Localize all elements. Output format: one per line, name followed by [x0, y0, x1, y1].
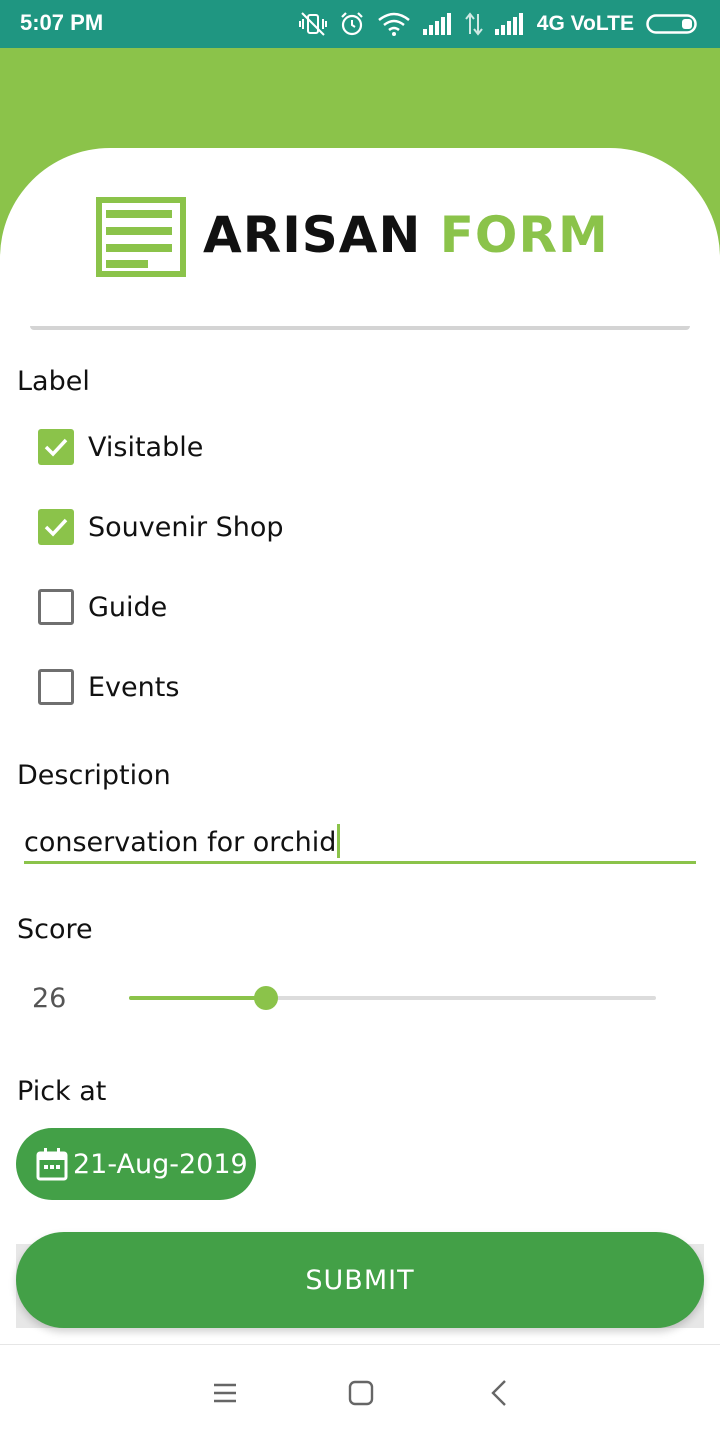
check-icon: [44, 518, 68, 537]
menu-icon[interactable]: [207, 1375, 243, 1411]
status-icons: 4G VoLTE: [298, 9, 700, 39]
form-document-icon: [96, 197, 186, 277]
checkbox-visitable[interactable]: [38, 429, 74, 465]
submit-button[interactable]: SUBMIT: [16, 1232, 704, 1328]
network-type: 4G VoLTE: [536, 12, 634, 35]
logo-word-form: FORM: [439, 206, 609, 264]
checkbox-guide[interactable]: [38, 589, 74, 625]
calendar-icon: [36, 1148, 68, 1181]
score-slider[interactable]: [129, 986, 656, 1010]
signal-icon: [494, 13, 523, 35]
text-caret: [337, 824, 341, 858]
checkbox-events[interactable]: [38, 669, 74, 705]
checkbox-label[interactable]: Visitable: [88, 432, 203, 463]
score-value: 26: [32, 983, 67, 1014]
description-value: conservation for orchid: [24, 824, 341, 858]
checkbox-row-events[interactable]: Events: [38, 667, 179, 707]
battery-icon: [646, 14, 697, 34]
description-title: Description: [17, 760, 171, 791]
logo-word-arisan: ARISAN: [203, 206, 422, 264]
alarm-icon: [340, 12, 363, 36]
status-time: 5:07 PM: [20, 10, 104, 35]
checkbox-label[interactable]: Events: [88, 672, 179, 703]
system-nav-bar: [0, 1344, 720, 1441]
label-section-title: Label: [17, 366, 90, 397]
date-picker-button[interactable]: 21-Aug-2019: [16, 1128, 256, 1200]
date-value[interactable]: 21-Aug-2019: [73, 1149, 248, 1180]
checkbox-row-visitable[interactable]: Visitable: [38, 427, 203, 467]
data-arrows-icon: [464, 12, 483, 36]
logo-text: ARISAN FORM: [203, 206, 609, 264]
status-bar: 5:07 PM 4G VoLTE: [0, 0, 720, 48]
description-input[interactable]: conservation for orchid: [24, 818, 696, 864]
signal-icon: [422, 13, 451, 35]
vibrate-off-icon: [298, 12, 327, 36]
checkbox-row-guide[interactable]: Guide: [38, 587, 167, 627]
checkbox-label[interactable]: Guide: [88, 592, 167, 623]
check-icon: [44, 438, 68, 457]
checkbox-souvenir-shop[interactable]: [38, 509, 74, 545]
back-chevron-icon[interactable]: [482, 1375, 518, 1411]
checkbox-row-souvenir-shop[interactable]: Souvenir Shop: [38, 507, 284, 547]
score-title: Score: [17, 914, 93, 945]
wifi-icon: [377, 12, 410, 36]
checkbox-label[interactable]: Souvenir Shop: [88, 512, 284, 543]
slider-fill: [129, 996, 267, 1000]
pick-at-title: Pick at: [17, 1076, 107, 1107]
slider-thumb[interactable]: [254, 986, 279, 1010]
home-square-icon[interactable]: [343, 1375, 379, 1411]
description-text[interactable]: conservation for orchid: [24, 827, 336, 858]
header-divider: [30, 326, 690, 330]
